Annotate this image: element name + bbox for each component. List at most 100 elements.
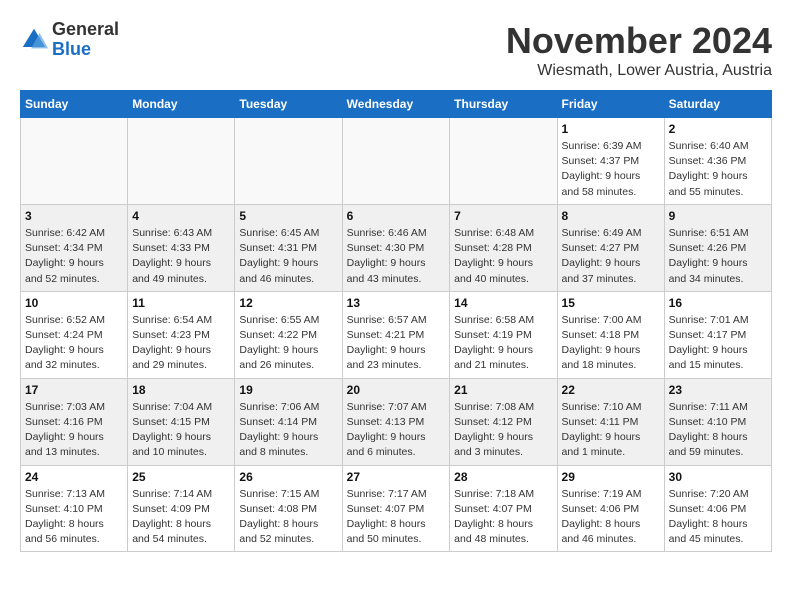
calendar-week-2: 3 Sunrise: 6:42 AM Sunset: 4:34 PM Daylig… (21, 204, 772, 291)
day-info: Sunrise: 6:42 AM Sunset: 4:34 PM Dayligh… (25, 226, 123, 287)
day-info: Sunrise: 6:55 AM Sunset: 4:22 PM Dayligh… (239, 313, 337, 374)
header-cell-sunday: Sunday (21, 91, 128, 118)
day-info: Sunrise: 6:48 AM Sunset: 4:28 PM Dayligh… (454, 226, 552, 287)
calendar-cell: 15 Sunrise: 7:00 AM Sunset: 4:18 PM Dayli… (557, 291, 664, 378)
header-cell-monday: Monday (128, 91, 235, 118)
calendar-cell: 11 Sunrise: 6:54 AM Sunset: 4:23 PM Dayli… (128, 291, 235, 378)
calendar-header: SundayMondayTuesdayWednesdayThursdayFrid… (21, 91, 772, 118)
day-info: Sunrise: 6:52 AM Sunset: 4:24 PM Dayligh… (25, 313, 123, 374)
calendar-week-5: 24Sunrise: 7:13 AM Sunset: 4:10 PM Dayli… (21, 465, 772, 552)
header-cell-saturday: Saturday (664, 91, 771, 118)
day-number: 9 (669, 209, 767, 223)
day-info: Sunrise: 7:04 AM Sunset: 4:15 PM Dayligh… (132, 400, 230, 461)
day-info: Sunrise: 7:19 AM Sunset: 4:06 PM Dayligh… (562, 487, 660, 548)
day-number: 10 (25, 296, 123, 310)
calendar-cell: 22Sunrise: 7:10 AM Sunset: 4:11 PM Dayli… (557, 378, 664, 465)
day-number: 21 (454, 383, 552, 397)
day-number: 23 (669, 383, 767, 397)
day-number: 12 (239, 296, 337, 310)
day-number: 19 (239, 383, 337, 397)
day-number: 29 (562, 470, 660, 484)
day-info: Sunrise: 6:46 AM Sunset: 4:30 PM Dayligh… (347, 226, 446, 287)
calendar-cell: 17 Sunrise: 7:03 AM Sunset: 4:16 PM Dayli… (21, 378, 128, 465)
calendar-cell: 6 Sunrise: 6:46 AM Sunset: 4:30 PM Daylig… (342, 204, 450, 291)
calendar-cell: 8 Sunrise: 6:49 AM Sunset: 4:27 PM Daylig… (557, 204, 664, 291)
day-number: 20 (347, 383, 446, 397)
day-info: Sunrise: 7:20 AM Sunset: 4:06 PM Dayligh… (669, 487, 767, 548)
day-number: 27 (347, 470, 446, 484)
day-number: 15 (562, 296, 660, 310)
logo-general: General (52, 20, 119, 40)
calendar-cell: 26Sunrise: 7:15 AM Sunset: 4:08 PM Dayli… (235, 465, 342, 552)
calendar-cell: 3 Sunrise: 6:42 AM Sunset: 4:34 PM Daylig… (21, 204, 128, 291)
calendar-cell: 24Sunrise: 7:13 AM Sunset: 4:10 PM Dayli… (21, 465, 128, 552)
header-cell-thursday: Thursday (450, 91, 557, 118)
calendar-cell: 4Sunrise: 6:43 AM Sunset: 4:33 PM Daylig… (128, 204, 235, 291)
day-info: Sunrise: 6:54 AM Sunset: 4:23 PM Dayligh… (132, 313, 230, 374)
day-number: 13 (347, 296, 446, 310)
header-row: SundayMondayTuesdayWednesdayThursdayFrid… (21, 91, 772, 118)
calendar-cell: 2 Sunrise: 6:40 AM Sunset: 4:36 PM Daylig… (664, 118, 771, 205)
header: General Blue November 2024 Wiesmath, Low… (20, 20, 772, 80)
calendar-cell: 19Sunrise: 7:06 AM Sunset: 4:14 PM Dayli… (235, 378, 342, 465)
calendar-cell: 25Sunrise: 7:14 AM Sunset: 4:09 PM Dayli… (128, 465, 235, 552)
day-number: 22 (562, 383, 660, 397)
day-info: Sunrise: 6:40 AM Sunset: 4:36 PM Dayligh… (669, 139, 767, 200)
day-info: Sunrise: 7:08 AM Sunset: 4:12 PM Dayligh… (454, 400, 552, 461)
day-info: Sunrise: 6:43 AM Sunset: 4:33 PM Dayligh… (132, 226, 230, 287)
calendar-week-1: 1 Sunrise: 6:39 AM Sunset: 4:37 PM Daylig… (21, 118, 772, 205)
calendar-cell: 18Sunrise: 7:04 AM Sunset: 4:15 PM Dayli… (128, 378, 235, 465)
calendar-cell: 1 Sunrise: 6:39 AM Sunset: 4:37 PM Daylig… (557, 118, 664, 205)
day-info: Sunrise: 7:18 AM Sunset: 4:07 PM Dayligh… (454, 487, 552, 548)
calendar-cell: 10 Sunrise: 6:52 AM Sunset: 4:24 PM Dayli… (21, 291, 128, 378)
calendar-cell: 16Sunrise: 7:01 AM Sunset: 4:17 PM Dayli… (664, 291, 771, 378)
calendar-cell (450, 118, 557, 205)
calendar-cell: 27 Sunrise: 7:17 AM Sunset: 4:07 PM Dayli… (342, 465, 450, 552)
calendar-cell (342, 118, 450, 205)
logo-blue: Blue (52, 40, 119, 60)
title-area: November 2024 Wiesmath, Lower Austria, A… (506, 20, 772, 80)
day-info: Sunrise: 7:13 AM Sunset: 4:10 PM Dayligh… (25, 487, 123, 548)
day-info: Sunrise: 7:00 AM Sunset: 4:18 PM Dayligh… (562, 313, 660, 374)
day-number: 16 (669, 296, 767, 310)
day-number: 17 (25, 383, 123, 397)
calendar-cell: 7Sunrise: 6:48 AM Sunset: 4:28 PM Daylig… (450, 204, 557, 291)
day-info: Sunrise: 6:45 AM Sunset: 4:31 PM Dayligh… (239, 226, 337, 287)
calendar-cell (235, 118, 342, 205)
day-number: 5 (239, 209, 337, 223)
calendar-cell (21, 118, 128, 205)
logo: General Blue (20, 20, 119, 60)
calendar-cell: 20Sunrise: 7:07 AM Sunset: 4:13 PM Dayli… (342, 378, 450, 465)
calendar-cell: 29 Sunrise: 7:19 AM Sunset: 4:06 PM Dayli… (557, 465, 664, 552)
day-number: 2 (669, 122, 767, 136)
calendar-week-3: 10 Sunrise: 6:52 AM Sunset: 4:24 PM Dayli… (21, 291, 772, 378)
day-info: Sunrise: 6:51 AM Sunset: 4:26 PM Dayligh… (669, 226, 767, 287)
day-number: 25 (132, 470, 230, 484)
calendar-cell: 30Sunrise: 7:20 AM Sunset: 4:06 PM Dayli… (664, 465, 771, 552)
location-subtitle: Wiesmath, Lower Austria, Austria (506, 62, 772, 80)
day-info: Sunrise: 6:39 AM Sunset: 4:37 PM Dayligh… (562, 139, 660, 200)
calendar-cell: 13 Sunrise: 6:57 AM Sunset: 4:21 PM Dayli… (342, 291, 450, 378)
day-number: 1 (562, 122, 660, 136)
day-number: 11 (132, 296, 230, 310)
day-number: 3 (25, 209, 123, 223)
header-cell-wednesday: Wednesday (342, 91, 450, 118)
day-info: Sunrise: 7:17 AM Sunset: 4:07 PM Dayligh… (347, 487, 446, 548)
logo-text: General Blue (52, 20, 119, 60)
day-info: Sunrise: 7:15 AM Sunset: 4:08 PM Dayligh… (239, 487, 337, 548)
calendar-cell: 9 Sunrise: 6:51 AM Sunset: 4:26 PM Daylig… (664, 204, 771, 291)
calendar-body: 1 Sunrise: 6:39 AM Sunset: 4:37 PM Daylig… (21, 118, 772, 552)
calendar-cell (128, 118, 235, 205)
calendar-cell: 28 Sunrise: 7:18 AM Sunset: 4:07 PM Dayli… (450, 465, 557, 552)
day-number: 28 (454, 470, 552, 484)
day-info: Sunrise: 6:58 AM Sunset: 4:19 PM Dayligh… (454, 313, 552, 374)
day-info: Sunrise: 7:11 AM Sunset: 4:10 PM Dayligh… (669, 400, 767, 461)
day-number: 8 (562, 209, 660, 223)
day-info: Sunrise: 7:03 AM Sunset: 4:16 PM Dayligh… (25, 400, 123, 461)
day-info: Sunrise: 6:49 AM Sunset: 4:27 PM Dayligh… (562, 226, 660, 287)
day-info: Sunrise: 6:57 AM Sunset: 4:21 PM Dayligh… (347, 313, 446, 374)
calendar-cell: 21 Sunrise: 7:08 AM Sunset: 4:12 PM Dayli… (450, 378, 557, 465)
calendar-table: SundayMondayTuesdayWednesdayThursdayFrid… (20, 90, 772, 552)
day-number: 6 (347, 209, 446, 223)
header-cell-friday: Friday (557, 91, 664, 118)
